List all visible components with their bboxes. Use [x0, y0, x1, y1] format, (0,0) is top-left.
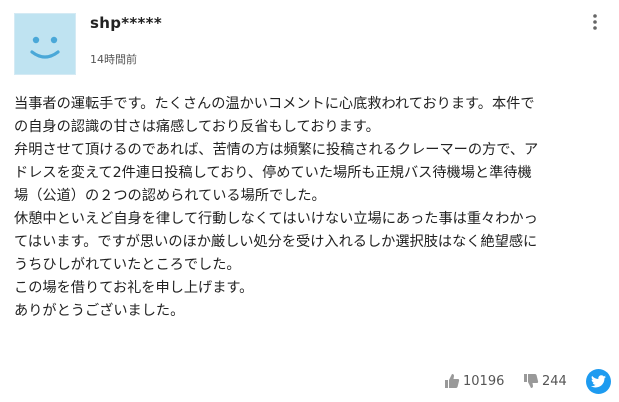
avatar[interactable]: [14, 13, 76, 75]
more-options-button[interactable]: [585, 12, 605, 32]
twitter-icon: [591, 375, 606, 388]
comment-line: 休憩中といえど自身を律して行動しなくてはいけない立場にあった事は重々わかっ: [14, 211, 538, 227]
like-count: 10196: [463, 373, 505, 389]
thumbs-up-icon: [445, 374, 460, 388]
comment-line: 当事者の運転手です。たくさんの温かいコメントに心底救われております。本件で: [14, 96, 535, 112]
comment-body: 当事者の運転手です。たくさんの温かいコメントに心底救われております。本件で の自…: [14, 93, 610, 323]
thumbs-down-icon: [524, 374, 539, 388]
like-button[interactable]: 10196: [444, 370, 504, 392]
comment-line: ありがとうございました。: [14, 303, 185, 319]
twitter-share-button[interactable]: [586, 369, 611, 394]
comment-line: の自身の認識の甘さは痛感しており反省もしております。: [14, 119, 380, 135]
comment-line: この場を借りてお礼を申し上げます。: [14, 280, 254, 296]
dislike-count: 244: [542, 373, 567, 389]
comment-line: うちひしがれていたところでした。: [14, 257, 241, 273]
username[interactable]: shp*****: [90, 14, 162, 32]
more-vertical-icon: [593, 14, 597, 30]
comment-line: 弁明させて頂けるのであれば、苦情の方は頻繁に投稿されるクレーマーの方で、ア: [14, 142, 539, 158]
comment-line: 場（公道）の２つの認められている場所でした。: [14, 188, 326, 204]
comment-card: shp***** 14時間前 当事者の運転手です。たくさんの温かいコメントに心底…: [0, 0, 619, 402]
timestamp: 14時間前: [90, 53, 137, 66]
smiley-face-icon: [30, 36, 60, 59]
comment-line: てはいます。ですが思いのほか厳しい処分を受け入れるしか選択肢はなく絶望感に: [14, 234, 538, 250]
dislike-button[interactable]: 244: [523, 370, 567, 392]
comment-line: ドレスを変えて2件連日投稿しており、停めていた場所も正規バス待機場と準待機: [14, 165, 532, 181]
